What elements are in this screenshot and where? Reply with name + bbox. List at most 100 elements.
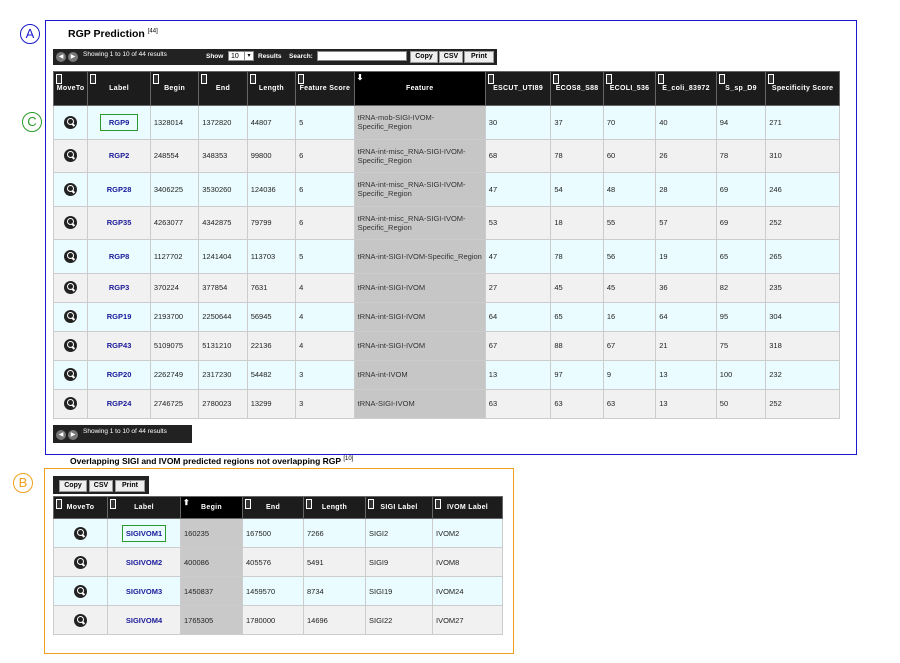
sort-icon[interactable] <box>368 499 374 509</box>
rgp-label-link[interactable]: RGP8 <box>109 252 129 261</box>
sigivom-label-link[interactable]: SIGIVOM4 <box>126 616 162 625</box>
csv-button[interactable]: CSV <box>439 51 463 63</box>
page-size-select[interactable]: 10 ▾ <box>228 51 254 61</box>
magnifier-icon[interactable] <box>74 526 87 540</box>
sort-icon[interactable] <box>56 74 62 84</box>
sort-icon[interactable] <box>201 74 208 84</box>
table-cell: 2317230 <box>198 359 248 390</box>
magnifier-icon[interactable] <box>64 368 78 381</box>
table-cell: 54 <box>550 172 604 207</box>
sort-icon[interactable] <box>90 74 97 84</box>
table-cell: 95 <box>715 301 767 332</box>
table-cell: 56945 <box>246 301 297 332</box>
column-header-s-sp-d9[interactable]: S_sp_D9 <box>715 71 767 106</box>
rgp-label-link[interactable]: RGP35 <box>107 218 132 227</box>
copy-button[interactable]: Copy <box>410 51 438 63</box>
table-cell: 7631 <box>246 272 297 303</box>
sigivom-label-link[interactable]: SIGIVOM3 <box>126 587 162 596</box>
table-cell: 235 <box>765 272 840 303</box>
table-cell: SIGI19 <box>365 576 433 606</box>
magnifier-icon[interactable] <box>64 249 78 263</box>
column-header-feature-score[interactable]: Feature Score <box>295 71 355 106</box>
rgp-label-link[interactable]: RGP2 <box>109 151 129 160</box>
sort-desc-icon[interactable]: ⬇ <box>357 74 364 82</box>
print-button[interactable]: Print <box>115 480 145 492</box>
table-cell: 55 <box>602 205 657 240</box>
rgp-label-link[interactable]: RGP20 <box>107 370 132 379</box>
table-cell: 28 <box>655 172 717 207</box>
column-header-feature[interactable]: ⬇ Feature <box>353 71 486 106</box>
column-header-escut-uti89[interactable]: ESCUT_UTI89 <box>484 71 552 106</box>
table-cell: 45 <box>550 272 604 303</box>
column-header-begin[interactable]: Begin <box>149 71 200 106</box>
magnifier-icon[interactable] <box>64 397 78 410</box>
rgp-label-link[interactable]: RGP28 <box>107 185 132 194</box>
rgp-ref[interactable]: [44] <box>148 29 158 35</box>
rgp-label-link[interactable]: RGP24 <box>107 399 132 408</box>
magnifier-icon[interactable] <box>64 216 78 230</box>
magnifier-icon[interactable] <box>64 310 78 323</box>
next-page-icon[interactable]: ▶ <box>68 430 78 440</box>
table-cell: 67 <box>602 330 657 361</box>
prev-page-icon[interactable]: ◀ <box>56 52 66 62</box>
column-header-ecoli-536[interactable]: ECOLI_536 <box>602 71 657 106</box>
rgp-label-link[interactable]: RGP9 <box>99 113 139 131</box>
rgp-label-link[interactable]: RGP3 <box>109 283 129 292</box>
column-header-label: Length <box>258 85 284 92</box>
sigi-ref[interactable]: [10] <box>343 456 353 462</box>
print-button[interactable]: Print <box>464 51 494 63</box>
magnifier-icon[interactable] <box>64 115 78 129</box>
column-header-length[interactable]: Length <box>303 496 366 519</box>
table-cell: 26 <box>655 138 717 173</box>
magnifier-icon[interactable] <box>64 182 78 196</box>
prev-page-icon[interactable]: ◀ <box>56 430 66 440</box>
magnifier-icon[interactable] <box>64 149 78 163</box>
sort-icon[interactable] <box>658 74 665 84</box>
sigivom-label-link[interactable]: SIGIVOM1 <box>121 524 167 542</box>
magnifier-icon[interactable] <box>74 613 87 627</box>
sort-icon[interactable] <box>605 74 612 84</box>
label-cell: RGP8 <box>87 239 151 274</box>
search-input[interactable] <box>317 51 407 61</box>
sort-icon[interactable] <box>110 499 116 509</box>
column-header-e-coli-83972[interactable]: E_coli_83972 <box>655 71 717 106</box>
column-header-label: Specificity Score <box>771 85 834 92</box>
column-header-end[interactable]: End <box>242 496 304 519</box>
next-page-icon[interactable]: ▶ <box>68 52 78 62</box>
column-header-label[interactable]: Label <box>87 71 151 106</box>
rgp-label-link[interactable]: RGP19 <box>107 312 132 321</box>
column-header-end[interactable]: End <box>198 71 248 106</box>
column-header-length[interactable]: Length <box>246 71 297 106</box>
sort-icon[interactable] <box>245 499 251 509</box>
column-header-ecos8-s88[interactable]: ECOS8_S88 <box>550 71 604 106</box>
sort-icon[interactable] <box>306 499 312 509</box>
table-cell: 48 <box>602 172 657 207</box>
sort-icon[interactable] <box>487 74 494 84</box>
rgp-label-link[interactable]: RGP43 <box>107 341 132 350</box>
sort-icon[interactable] <box>718 74 725 84</box>
column-header-sigi-label[interactable]: SIGI Label <box>365 496 433 519</box>
magnifier-icon[interactable] <box>64 281 78 294</box>
column-header-specificity-score[interactable]: Specificity Score <box>765 71 840 106</box>
table-cell: 30 <box>484 105 552 140</box>
sort-icon[interactable] <box>553 74 560 84</box>
magnifier-icon[interactable] <box>64 339 78 352</box>
magnifier-icon[interactable] <box>74 555 87 569</box>
sort-asc-icon[interactable]: ⬆ <box>183 499 190 507</box>
column-header-ivom-label[interactable]: IVOM Label <box>432 496 503 519</box>
column-header-moveto[interactable]: MoveTo <box>53 496 108 519</box>
copy-button[interactable]: Copy <box>59 480 87 492</box>
sort-icon[interactable] <box>298 74 305 84</box>
csv-button[interactable]: CSV <box>89 480 113 492</box>
sort-icon[interactable] <box>249 74 256 84</box>
magnifier-icon[interactable] <box>74 584 87 598</box>
table-cell: 69 <box>715 172 767 207</box>
sort-icon[interactable] <box>768 74 775 84</box>
sort-icon[interactable] <box>56 499 62 509</box>
column-header-begin[interactable]: ⬆ Begin <box>180 496 243 519</box>
column-header-label[interactable]: Label <box>107 496 181 519</box>
sort-icon[interactable] <box>435 499 441 509</box>
sort-icon[interactable] <box>152 74 159 84</box>
sigivom-label-link[interactable]: SIGIVOM2 <box>126 558 162 567</box>
column-header-moveto[interactable]: MoveTo <box>52 71 89 106</box>
